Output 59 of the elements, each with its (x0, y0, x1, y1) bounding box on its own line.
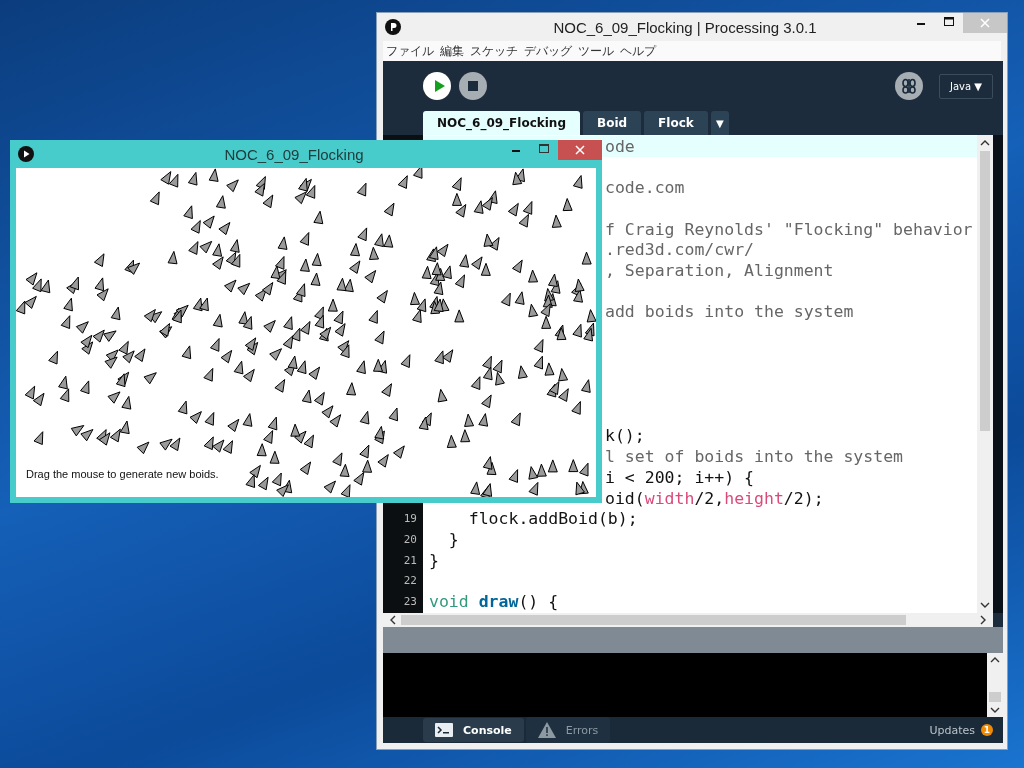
app-logo-icon (18, 146, 34, 162)
scrollbar-thumb[interactable] (989, 692, 1001, 702)
menu-item[interactable]: スケッチ (470, 42, 518, 60)
scroll-down-icon[interactable] (980, 601, 990, 609)
sketch-canvas[interactable]: Drag the mouse to generate new boids. (16, 168, 596, 497)
close-icon (575, 145, 585, 155)
scroll-down-icon[interactable] (990, 706, 1000, 714)
run-button[interactable] (423, 72, 451, 100)
line-number: 20 (403, 532, 417, 546)
line-number: 19 (403, 512, 417, 526)
code-line: void draw() { (429, 591, 559, 611)
menu-item[interactable]: ツール (578, 42, 614, 60)
menu-item[interactable]: ファイル (386, 42, 434, 60)
updates-count-badge: 1 (981, 724, 993, 736)
editor-tab[interactable]: NOC_6_09_Flocking (423, 111, 580, 135)
code-line: f Craig Reynolds' "Flocking" behavior (605, 219, 973, 239)
debug-button[interactable] (895, 72, 923, 100)
terminal-icon (435, 723, 453, 737)
window-title: NOC_6_09_Flocking (223, 145, 365, 163)
line-number: 23 (403, 594, 417, 608)
warning-icon (537, 722, 556, 738)
scrollbar-thumb[interactable] (401, 615, 906, 625)
console-tab[interactable]: Errors (525, 717, 611, 743)
code-line: ode (605, 136, 635, 156)
code-line: add boids into the system (605, 302, 854, 322)
code-line: k(); (605, 426, 645, 446)
editor-tab[interactable]: Flock (644, 111, 708, 135)
line-number: 21 (403, 553, 417, 567)
app-logo-icon (385, 19, 401, 35)
code-line: oid(width/2,height/2); (605, 488, 824, 508)
code-line: } (447, 529, 459, 549)
butterfly-icon (901, 78, 917, 94)
code-line: } (429, 550, 439, 570)
code-line: .red3d.com/cwr/ (605, 240, 754, 260)
code-line: flock.addBoid(b); (467, 509, 638, 529)
menu-item[interactable]: ヘルプ (620, 42, 656, 60)
code-line: i < 200; i++) { (605, 467, 754, 487)
window-title: NOC_6_09_Flocking | Processing 3.0.1 (552, 18, 818, 36)
tab-menu-button[interactable]: ▼ (710, 111, 729, 135)
menu-item[interactable]: 編集 (440, 42, 464, 60)
mode-selector[interactable]: Java ▼ (939, 73, 993, 99)
code-line: l set of boids into the system (605, 447, 903, 467)
code-line: , Separation, Alignment (605, 260, 834, 280)
line-number: 22 (403, 574, 417, 588)
scroll-right-icon[interactable] (979, 615, 987, 625)
editor-tab[interactable]: Boid (583, 111, 642, 135)
updates-link[interactable]: Updates (929, 723, 975, 737)
sketch-message: Drag the mouse to generate new boids. (26, 468, 219, 480)
scroll-up-icon[interactable] (980, 139, 990, 147)
stop-button[interactable] (459, 72, 487, 100)
close-icon (980, 18, 990, 28)
code-line: code.com (605, 178, 685, 198)
scrollbar-thumb[interactable] (980, 151, 990, 431)
console-tab[interactable]: Console (423, 718, 524, 742)
scroll-up-icon[interactable] (990, 656, 1000, 664)
scroll-left-icon[interactable] (389, 615, 397, 625)
menu-item[interactable]: デバッグ (524, 42, 572, 60)
stop-icon (468, 81, 478, 91)
play-icon (432, 80, 445, 92)
